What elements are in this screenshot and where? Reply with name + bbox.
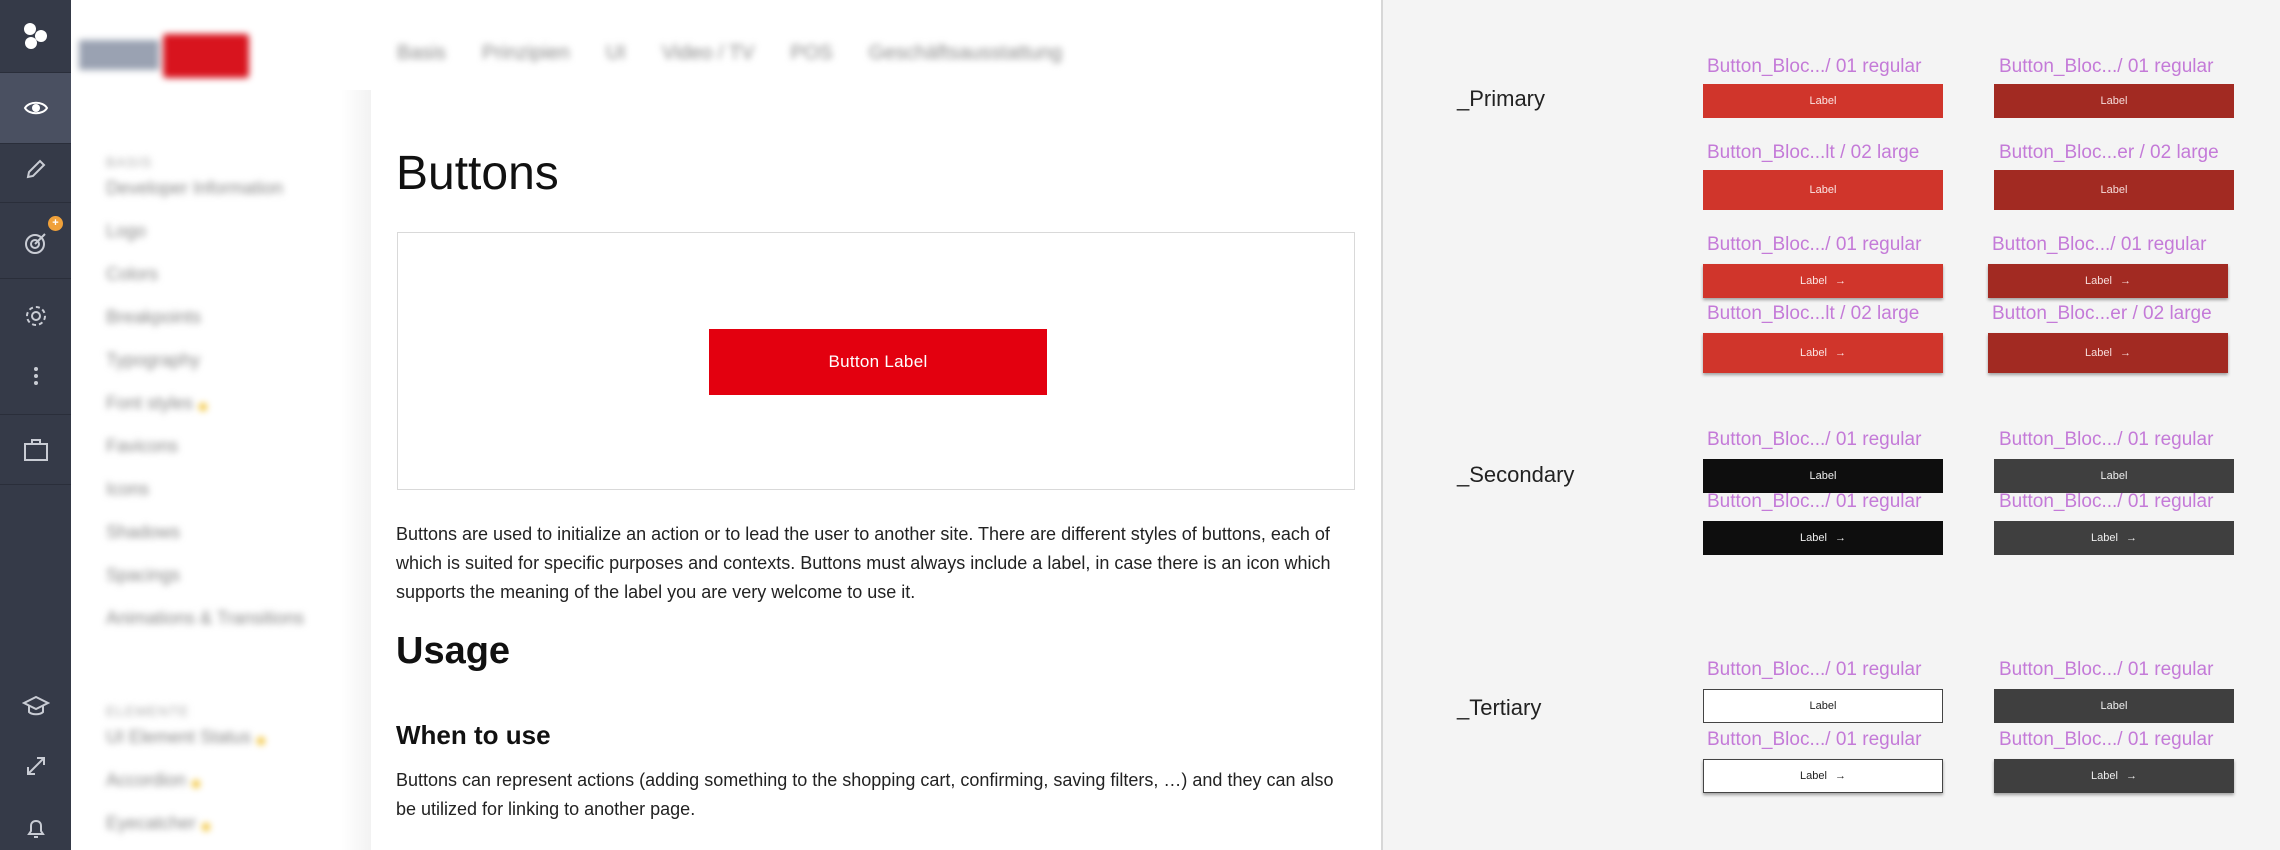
group-label-primary: _Primary: [1457, 86, 1546, 111]
when-to-use-heading: When to use: [396, 720, 551, 750]
primary-large-arrow-hover-button[interactable]: Label →: [1988, 333, 2228, 373]
rail-notifications-button[interactable]: [0, 793, 71, 850]
rail-expand-button[interactable]: [0, 731, 71, 801]
sidebar-item-ui-element-status[interactable]: UI Element Status: [106, 727, 346, 770]
secondary-regular-button[interactable]: Label: [1703, 459, 1943, 493]
sidebar-item-logo[interactable]: Logo: [106, 221, 346, 264]
page-title: Buttons: [396, 147, 559, 200]
primary-large-button[interactable]: Label: [1703, 170, 1943, 210]
component-name: Button_Bloc.../ 01 regular: [1999, 659, 2214, 680]
tertiary-regular-hover-button[interactable]: Label: [1994, 689, 2234, 723]
button-example-preview: Button Label: [397, 232, 1355, 490]
sidebar-item-animations[interactable]: Animations & Transitions: [106, 608, 346, 651]
briefcase-icon: [23, 438, 49, 462]
primary-regular-arrow-hover-button[interactable]: Label →: [1988, 264, 2228, 298]
pencil-icon: [24, 157, 48, 181]
nav-item-video-tv[interactable]: Video / TV: [662, 42, 755, 65]
target-icon: [23, 230, 49, 256]
sidebar-item-colors[interactable]: Colors: [106, 264, 346, 307]
intro-paragraph: Buttons are used to initialize an action…: [396, 524, 1331, 602]
brand-logo[interactable]: [79, 34, 249, 78]
rail-projects-button[interactable]: [0, 415, 71, 485]
rail-view-button[interactable]: [0, 73, 71, 143]
notification-badge: +: [48, 216, 63, 231]
arrow-right-icon: →: [1834, 275, 1846, 287]
sidebar-item-breakpoints[interactable]: Breakpoints: [106, 307, 346, 350]
top-navigation: Basis Prinzipien UI Video / TV POS Gesch…: [397, 42, 1062, 65]
app-logo-icon[interactable]: [0, 0, 71, 72]
component-name: Button_Bloc.../ 01 regular: [1707, 56, 1922, 77]
arrow-right-icon: →: [1834, 347, 1846, 359]
arrow-right-icon: →: [1834, 532, 1846, 544]
sidebar-item-icons[interactable]: Icons: [106, 479, 346, 522]
gear-icon: [23, 303, 49, 329]
component-name: Button_Bloc.../ 01 regular: [1999, 429, 2214, 450]
rail-divider: [0, 484, 71, 485]
component-name: Button_Bloc.../ 01 regular: [1999, 491, 2214, 512]
primary-large-arrow-button[interactable]: Label →: [1703, 333, 1943, 373]
component-name: Button_Bloc.../ 01 regular: [1999, 56, 2214, 77]
sidebar-item-developer-information[interactable]: Developer Information: [106, 178, 346, 221]
sidebar-item-eyecatcher[interactable]: Eyecatcher: [106, 813, 346, 850]
component-name: Button_Bloc...er / 02 large: [1999, 142, 2219, 163]
arrow-right-icon: →: [2125, 532, 2137, 544]
component-name: Button_Bloc...lt / 02 large: [1707, 303, 1920, 324]
sidebar-item-favicons[interactable]: Favicons: [106, 436, 346, 479]
sidebar-item-accordion[interactable]: Accordion: [106, 770, 346, 813]
component-name: Button_Bloc.../ 01 regular: [1707, 659, 1922, 680]
icon-rail: +: [0, 0, 71, 850]
eye-icon: [23, 95, 49, 121]
arrow-right-icon: →: [2119, 275, 2131, 287]
sidebar-item-typography[interactable]: Typography: [106, 350, 346, 393]
tertiary-arrow-hover-button[interactable]: Label →: [1994, 759, 2234, 793]
component-name: Button_Bloc.../ 01 regular: [1707, 234, 1922, 255]
bell-icon: [24, 816, 48, 840]
expand-icon: [24, 754, 48, 778]
component-name: Button_Bloc.../ 01 regular: [1707, 429, 1922, 450]
sidebar-item-shadows[interactable]: Shadows: [106, 522, 346, 565]
group-label-secondary: _Secondary: [1457, 462, 1575, 487]
primary-regular-arrow-button[interactable]: Label →: [1703, 264, 1943, 298]
nav-item-pos[interactable]: POS: [790, 42, 832, 65]
arrow-right-icon: →: [2125, 770, 2137, 782]
sidebar-item-spacings[interactable]: Spacings: [106, 565, 346, 608]
graduation-cap-icon: [21, 694, 50, 718]
example-primary-button[interactable]: Button Label: [709, 329, 1047, 395]
primary-regular-hover-button[interactable]: Label: [1994, 84, 2234, 118]
secondary-regular-hover-button[interactable]: Label: [1994, 459, 2234, 493]
nav-item-basis[interactable]: Basis: [397, 42, 446, 65]
sidebar-item-font-styles[interactable]: Font styles: [106, 393, 346, 436]
group-label-tertiary: _Tertiary: [1457, 695, 1542, 720]
sidebar-section-elemente: ELEMENTE: [106, 703, 190, 719]
component-name: Button_Bloc...er / 02 large: [1992, 303, 2212, 324]
nav-item-prinzipien[interactable]: Prinzipien: [482, 42, 570, 65]
rail-edit-button[interactable]: [0, 134, 71, 204]
more-dots-icon: [33, 366, 39, 386]
primary-large-hover-button[interactable]: Label: [1994, 170, 2234, 210]
nav-item-geschaeftsausstattung[interactable]: Geschäftsausstattung: [869, 42, 1062, 65]
documentation-page: Basis Prinzipien UI Video / TV POS Gesch…: [71, 0, 1383, 850]
rail-divider: [0, 278, 71, 279]
when-to-use-paragraph: Buttons can represent actions (adding so…: [396, 770, 1334, 819]
design-canvas: _Primary Button_Bloc.../ 01 regular Labe…: [1383, 0, 2280, 850]
rail-more-button[interactable]: [0, 341, 71, 411]
primary-regular-button[interactable]: Label: [1703, 84, 1943, 118]
docs-sidebar: BASIS Developer Information Logo Colors …: [106, 154, 346, 850]
arrow-right-icon: →: [1834, 770, 1846, 782]
secondary-arrow-button[interactable]: Label →: [1703, 521, 1943, 555]
tertiary-regular-button[interactable]: Label: [1703, 689, 1943, 723]
secondary-arrow-hover-button[interactable]: Label →: [1994, 521, 2234, 555]
tertiary-arrow-button[interactable]: Label →: [1703, 759, 1943, 793]
component-name: Button_Bloc.../ 01 regular: [1999, 729, 2214, 750]
sidebar-section-basis: BASIS: [106, 154, 153, 170]
component-name: Button_Bloc.../ 01 regular: [1707, 491, 1922, 512]
usage-heading: Usage: [396, 630, 511, 672]
nav-item-ui[interactable]: UI: [606, 42, 626, 65]
component-name: Button_Bloc.../ 01 regular: [1707, 729, 1922, 750]
component-name: Button_Bloc.../ 01 regular: [1992, 234, 2207, 255]
component-name: Button_Bloc...lt / 02 large: [1707, 142, 1920, 163]
rail-divider: [0, 202, 71, 203]
arrow-right-icon: →: [2119, 347, 2131, 359]
app-window: + Basis Prinzipien UI Video / TV POS Ges…: [0, 0, 2280, 850]
